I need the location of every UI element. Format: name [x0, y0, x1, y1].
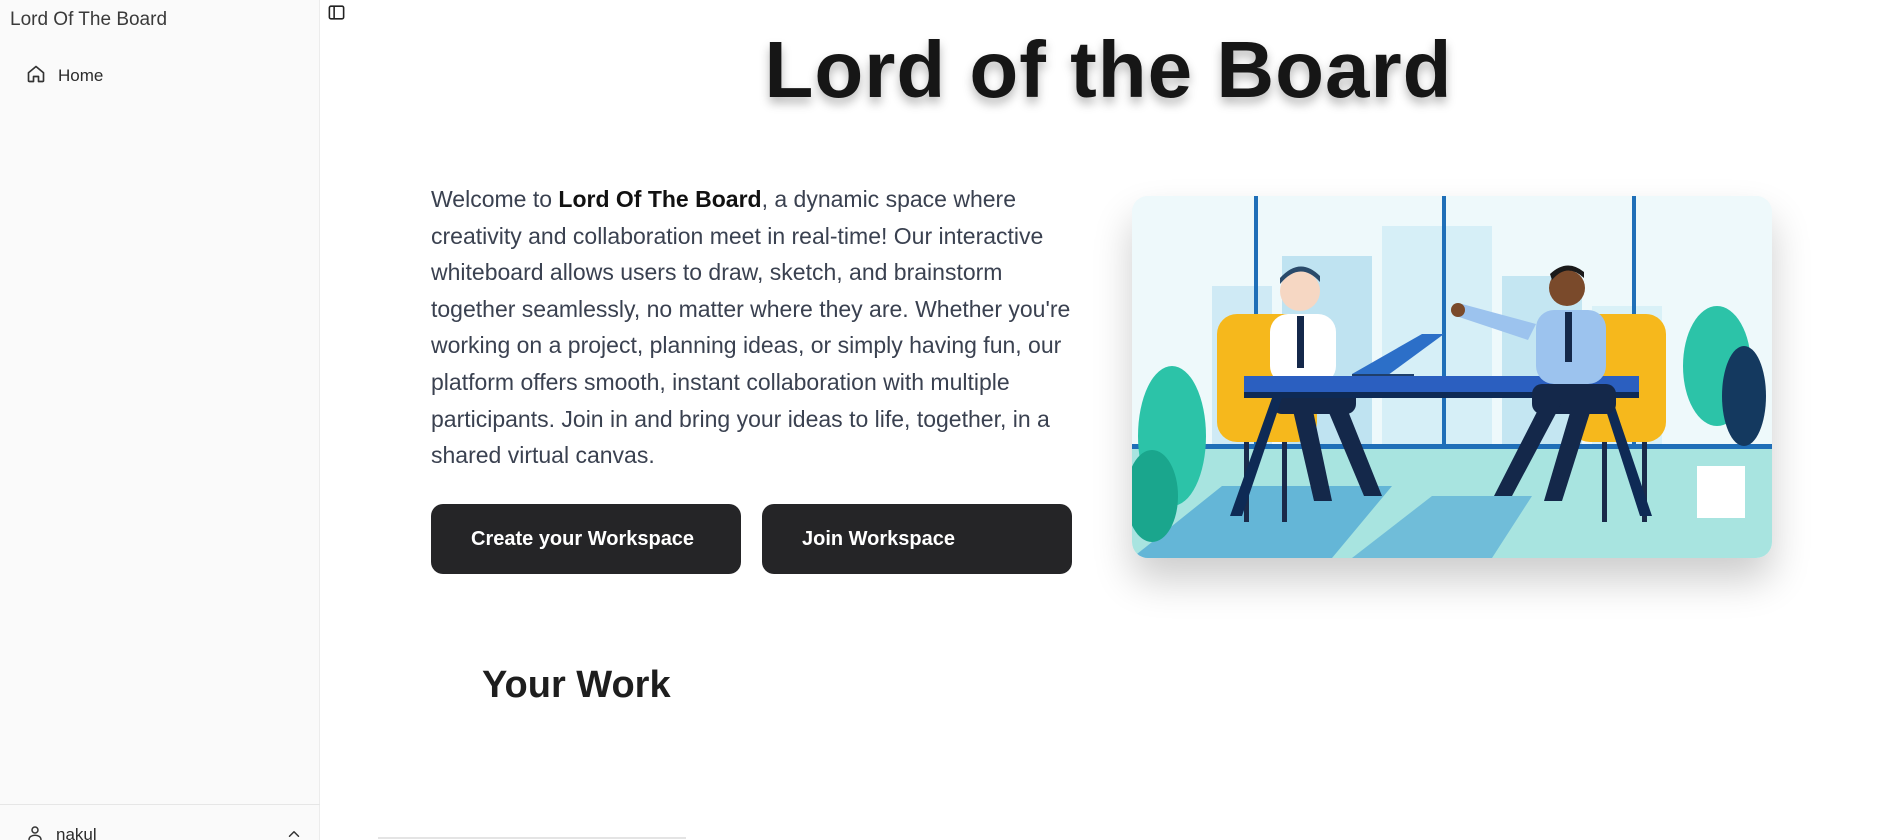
join-workspace-button[interactable]: Join Workspace — [762, 504, 1072, 574]
work-card-edge — [378, 837, 686, 839]
intro-body: , a dynamic space where creativity and c… — [431, 186, 1071, 469]
hero-illustration — [1132, 196, 1772, 558]
page-title: Lord of the Board — [764, 25, 1453, 114]
sidebar-app-title: Lord Of The Board — [10, 9, 168, 30]
sidebar-footer: nakul — [0, 804, 320, 840]
home-icon — [26, 64, 46, 89]
your-work-heading: Your Work — [482, 664, 671, 706]
user-name: nakul — [56, 825, 97, 840]
user-menu[interactable]: nakul — [18, 823, 303, 840]
user-icon — [26, 824, 44, 840]
intro-brand: Lord Of The Board — [558, 186, 762, 212]
chevron-up-icon — [285, 825, 303, 840]
sidebar-item-label: Home — [58, 66, 104, 85]
sidebar: Lord Of The Board Home nakul — [0, 0, 320, 840]
create-workspace-button[interactable]: Create your Workspace — [431, 504, 741, 574]
intro-paragraph: Welcome to Lord Of The Board, a dynamic … — [431, 181, 1081, 474]
sidebar-toggle-button[interactable] — [325, 4, 347, 26]
app-root: Lord Of The Board Home nakul Lord of the… — [0, 0, 1897, 840]
intro-prefix: Welcome to — [431, 186, 559, 212]
sidebar-item-home[interactable]: Home — [18, 58, 308, 94]
